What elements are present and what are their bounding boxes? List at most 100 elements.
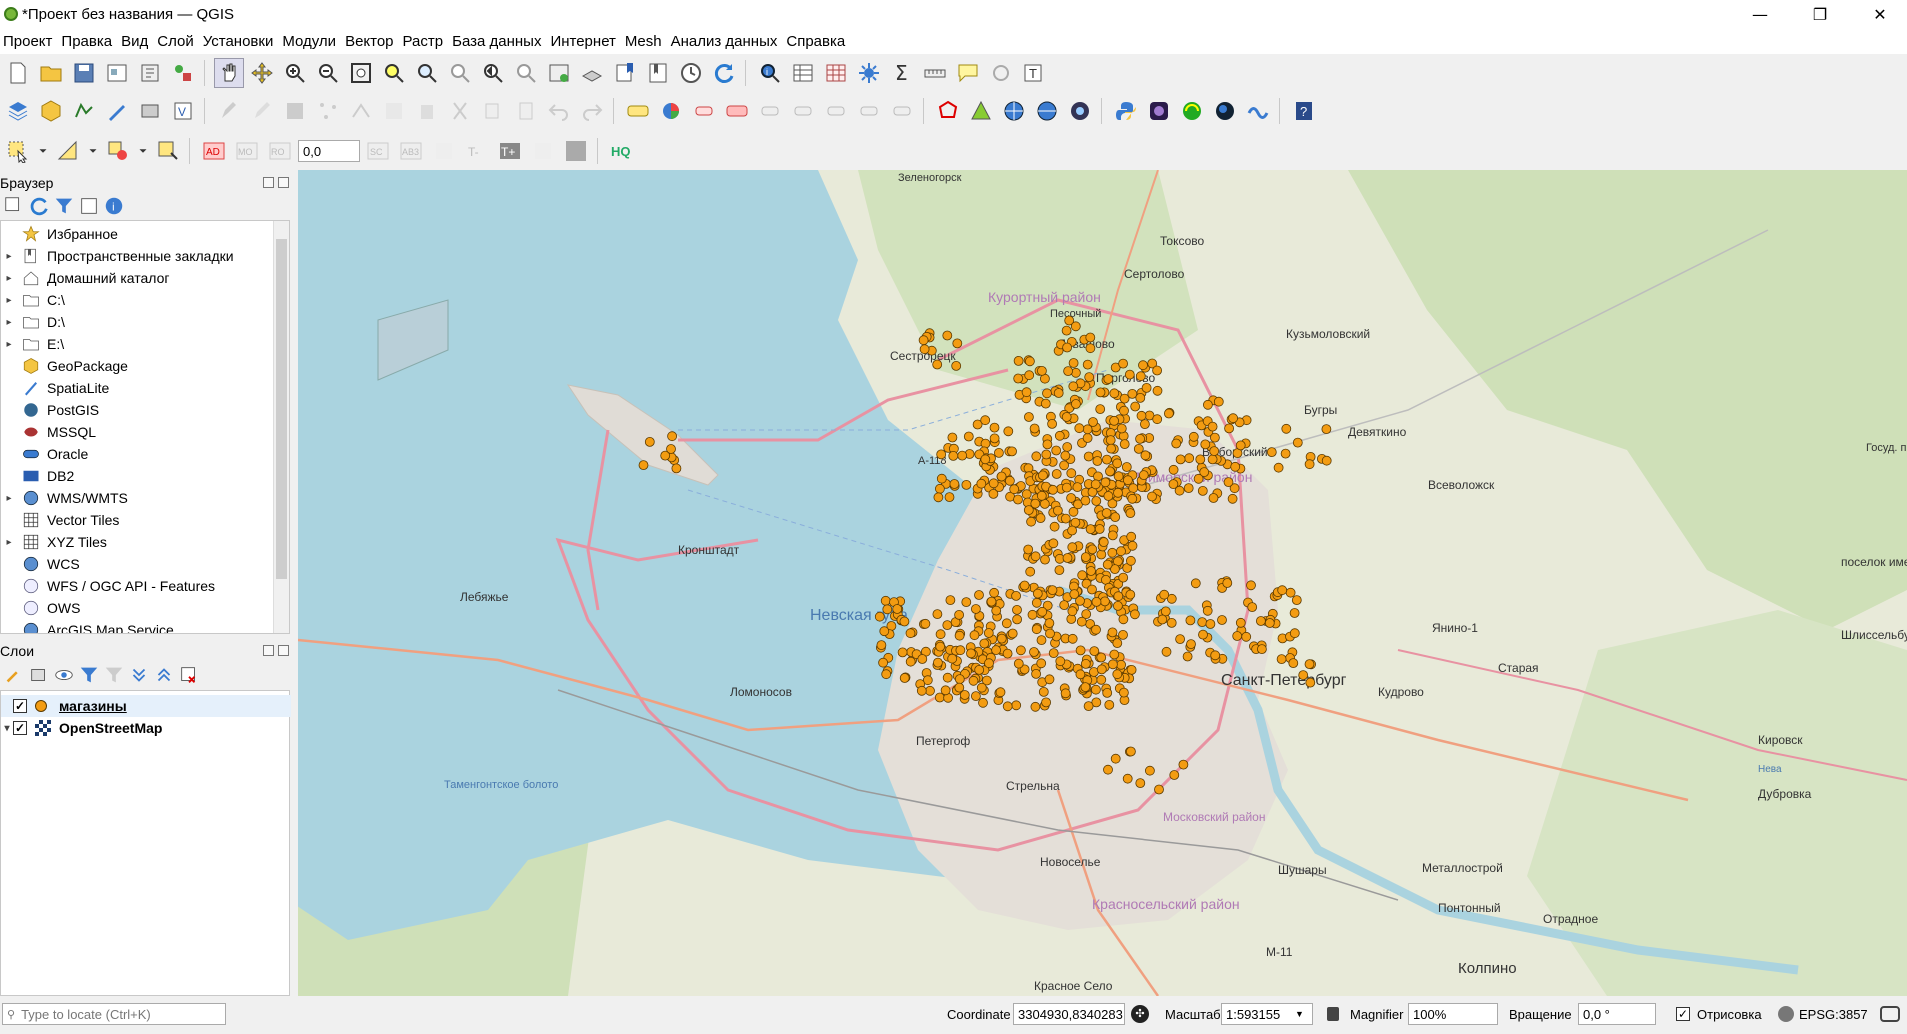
grey-tool-icon[interactable]	[528, 136, 558, 166]
shop-point[interactable]	[1104, 700, 1115, 710]
shop-point[interactable]	[1067, 633, 1078, 644]
shop-point[interactable]	[1321, 424, 1332, 435]
shop-point[interactable]	[1095, 404, 1106, 415]
shop-point[interactable]	[1305, 677, 1316, 688]
shop-point[interactable]	[1025, 566, 1036, 577]
browser-item[interactable]: Oracle	[1, 443, 271, 465]
highlight-labels-icon[interactable]	[722, 96, 752, 126]
save-edits-icon[interactable]	[280, 96, 310, 126]
browser-item[interactable]: ▸ E:\	[1, 333, 271, 355]
shop-point[interactable]	[1106, 443, 1116, 454]
shop-point[interactable]	[945, 595, 956, 606]
shop-point[interactable]	[1235, 617, 1246, 628]
shop-point[interactable]	[1161, 646, 1172, 657]
shop-point[interactable]	[1103, 491, 1114, 501]
refresh-icon[interactable]	[28, 195, 50, 217]
shop-point[interactable]	[1094, 524, 1105, 534]
shop-point[interactable]	[1109, 415, 1119, 426]
shop-point[interactable]	[1060, 513, 1071, 524]
modify-attributes-icon[interactable]	[379, 96, 409, 126]
shop-point[interactable]	[1112, 669, 1123, 680]
browser-item[interactable]: ▸ C:\	[1, 289, 271, 311]
shop-point[interactable]	[1171, 438, 1182, 449]
shop-point[interactable]	[1038, 470, 1048, 481]
remove-layer-icon[interactable]	[178, 664, 200, 686]
sc-tool-icon[interactable]: SC	[363, 136, 393, 166]
data-source-manager-icon[interactable]	[3, 96, 33, 126]
shop-point[interactable]	[1067, 542, 1078, 553]
collapse-all-icon[interactable]	[78, 195, 100, 217]
shop-point[interactable]	[1121, 462, 1132, 472]
chevron-down-icon[interactable]	[136, 136, 150, 166]
layer-diagram-icon[interactable]	[656, 96, 686, 126]
grey-tool-icon[interactable]	[429, 136, 459, 166]
browser-item[interactable]: ▸ Домашний каталог	[1, 267, 271, 289]
shop-point[interactable]	[1082, 433, 1093, 443]
shop-point[interactable]	[1038, 687, 1049, 697]
menu-project[interactable]: Проект	[0, 33, 58, 50]
shop-point[interactable]	[1210, 650, 1221, 661]
shop-point[interactable]	[880, 595, 891, 606]
browser-item[interactable]: DB2	[1, 465, 271, 487]
cut-features-icon[interactable]	[445, 96, 475, 126]
manage-visibility-icon[interactable]	[53, 664, 75, 686]
rotation-spinbox[interactable]: 0,0 °	[1578, 1003, 1656, 1025]
shop-point[interactable]	[1209, 446, 1220, 457]
shop-point[interactable]	[1085, 332, 1096, 343]
shop-point[interactable]	[1207, 454, 1218, 465]
shop-point[interactable]	[1100, 477, 1111, 488]
shop-point[interactable]	[961, 479, 972, 490]
shop-point[interactable]	[1026, 516, 1036, 527]
browser-item[interactable]: ▸ D:\	[1, 311, 271, 333]
menu-processing[interactable]: Анализ данных	[668, 33, 784, 50]
shop-point[interactable]	[1130, 401, 1141, 412]
shop-point[interactable]	[1175, 454, 1186, 465]
chevron-down-icon[interactable]	[86, 136, 100, 166]
shop-point[interactable]	[1205, 619, 1216, 629]
shop-point[interactable]	[1126, 555, 1136, 566]
shop-point[interactable]	[1051, 469, 1062, 479]
shop-point[interactable]	[1013, 355, 1024, 366]
shop-point[interactable]	[1210, 432, 1220, 443]
chevron-right-icon[interactable]: ▸	[1, 537, 17, 548]
shop-point[interactable]	[1091, 624, 1101, 635]
shop-point[interactable]	[1047, 585, 1058, 596]
shop-point[interactable]	[1039, 498, 1050, 509]
shop-point[interactable]	[1011, 590, 1021, 601]
shop-point[interactable]	[1083, 701, 1094, 711]
shop-point[interactable]	[1091, 496, 1102, 506]
zoom-full-icon[interactable]	[346, 58, 376, 88]
shop-point[interactable]	[1029, 647, 1039, 657]
shop-point[interactable]	[1053, 505, 1063, 516]
render-checkbox[interactable]: ✓	[1676, 1007, 1690, 1021]
shop-point[interactable]	[1288, 658, 1299, 669]
shop-point[interactable]	[1030, 498, 1041, 509]
vertex-tool-icon[interactable]	[346, 96, 376, 126]
shop-point[interactable]	[1098, 537, 1109, 548]
shop-point[interactable]	[961, 597, 972, 608]
plugin-purple-icon[interactable]	[1144, 96, 1174, 126]
ad-tool-icon[interactable]: AD	[199, 136, 229, 166]
shop-point[interactable]	[1183, 483, 1194, 494]
shop-point[interactable]	[1128, 483, 1139, 494]
shop-point[interactable]	[1138, 360, 1148, 371]
shop-point[interactable]	[940, 685, 951, 696]
add-feature-icon[interactable]	[313, 96, 343, 126]
shop-point[interactable]	[1289, 628, 1300, 639]
shop-point[interactable]	[1185, 615, 1196, 626]
shop-point[interactable]	[1047, 418, 1057, 429]
shop-point[interactable]	[935, 483, 945, 494]
shop-point[interactable]	[1227, 493, 1238, 504]
hq-tool-icon[interactable]: HQ	[607, 136, 637, 166]
shop-point[interactable]	[935, 641, 946, 652]
shop-point[interactable]	[1040, 554, 1050, 565]
pan-map-icon[interactable]	[214, 58, 244, 88]
shop-point[interactable]	[1277, 585, 1288, 596]
shop-point[interactable]	[1077, 570, 1088, 581]
shop-point[interactable]	[1230, 461, 1241, 472]
shop-point[interactable]	[1140, 450, 1151, 461]
browser-item[interactable]: GeoPackage	[1, 355, 271, 377]
zoom-to-selection-icon[interactable]	[379, 58, 409, 88]
show-hide-labels-icon[interactable]	[854, 96, 884, 126]
browser-item[interactable]: WCS	[1, 553, 271, 575]
